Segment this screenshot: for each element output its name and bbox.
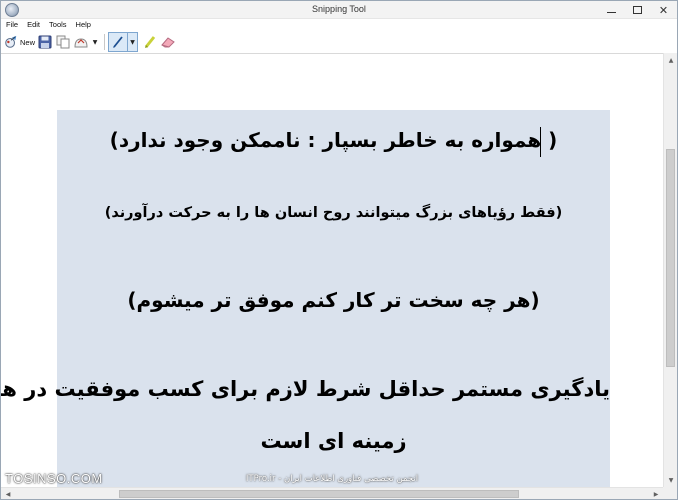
- pen-dropdown[interactable]: ▼: [127, 33, 137, 51]
- quote-line-3: (هر چه سخت تر کار کنم موفق تر میشوم): [127, 288, 540, 312]
- minimize-icon: [606, 11, 616, 13]
- menu-edit[interactable]: Edit: [22, 19, 44, 31]
- toolbar-separator: [104, 34, 105, 50]
- minimize-button[interactable]: [598, 1, 624, 19]
- quote-line-5: زمینه ای است: [260, 429, 407, 453]
- horizontal-scrollbar[interactable]: ◀ ▶: [1, 487, 663, 499]
- eraser-button[interactable]: [160, 33, 176, 51]
- save-button[interactable]: [37, 33, 53, 51]
- vertical-scroll-thumb[interactable]: [666, 149, 675, 367]
- menu-tools[interactable]: Tools: [44, 19, 71, 31]
- toolbar: New ▼ ▼: [1, 31, 677, 53]
- send-snip-dropdown[interactable]: ▼: [91, 33, 99, 51]
- pen-tool-group[interactable]: ▼: [108, 32, 138, 52]
- chevron-down-icon: ▼: [92, 38, 98, 46]
- title-bar: Snipping Tool ✕: [1, 1, 677, 19]
- send-snip-button[interactable]: [73, 33, 89, 51]
- scroll-down-arrow-icon[interactable]: ▼: [664, 473, 677, 487]
- menu-bar: File Edit Tools Help: [1, 19, 677, 31]
- horizontal-scroll-thumb[interactable]: [119, 490, 519, 498]
- highlighter-button[interactable]: [142, 33, 158, 51]
- new-snip-button[interactable]: New: [3, 33, 35, 51]
- copy-button[interactable]: [55, 33, 71, 51]
- quote-line-4: یادگیری مستمر حداقل شرط لازم برای کسب مو…: [1, 377, 610, 401]
- scroll-right-arrow-icon[interactable]: ▶: [649, 488, 663, 499]
- snipping-tool-window: Snipping Tool ✕ File Edit Tools Help New: [0, 0, 678, 500]
- maximize-icon: [632, 6, 642, 14]
- captured-slide: ( همواره به خاطر بسپار : ناممکن وجود ندا…: [1, 110, 610, 487]
- pen-icon: [113, 36, 123, 48]
- new-snip-icon: [5, 35, 17, 48]
- quote-line-2: (فقط رؤیاهای بزرگ میتوانند روح انسان ها …: [104, 205, 563, 221]
- text-caret: [540, 127, 541, 157]
- menu-help[interactable]: Help: [71, 19, 95, 31]
- quote-line-1: ( همواره به خاطر بسپار : ناممکن وجود ندا…: [109, 128, 558, 152]
- window-title: Snipping Tool: [312, 4, 366, 14]
- pen-button[interactable]: [109, 33, 127, 51]
- maximize-button[interactable]: [624, 1, 650, 19]
- menu-file[interactable]: File: [1, 19, 22, 31]
- new-button-label: New: [19, 37, 35, 47]
- snip-canvas[interactable]: ( همواره به خاطر بسپار : ناممکن وجود ندا…: [1, 53, 663, 487]
- save-icon: [38, 35, 52, 49]
- scroll-up-arrow-icon[interactable]: ▲: [664, 53, 677, 67]
- scroll-left-arrow-icon[interactable]: ◀: [1, 488, 15, 499]
- close-icon: ✕: [658, 3, 669, 17]
- watermark-itpro: ITPro.ir - انجمن تخصصی فناوری اطلاعات ای…: [245, 474, 419, 484]
- eraser-icon: [161, 37, 175, 48]
- scrollbar-corner: [663, 487, 677, 499]
- send-snip-icon: [74, 38, 88, 48]
- vertical-scrollbar[interactable]: ▲ ▼: [663, 53, 677, 487]
- pen-chevron-down-icon: ▼: [130, 38, 135, 46]
- highlighter-icon: [144, 36, 156, 48]
- close-button[interactable]: ✕: [650, 1, 677, 19]
- copy-icon: [56, 35, 70, 49]
